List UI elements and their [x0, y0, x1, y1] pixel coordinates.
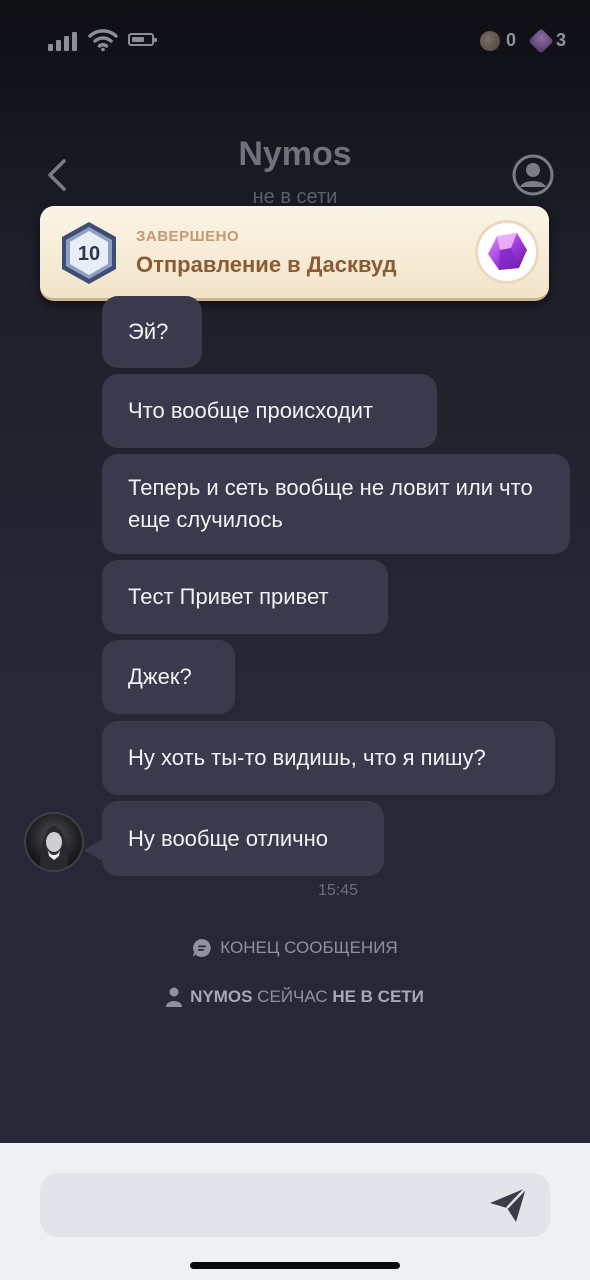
message-bubble: Теперь и сеть вообще не ловит или что ещ… — [102, 454, 570, 554]
level-badge-icon: 10 — [62, 222, 116, 284]
home-indicator[interactable] — [190, 1262, 400, 1269]
currency-display[interactable]: 0 3 — [479, 27, 566, 54]
message-text: Эй? — [128, 319, 169, 344]
message-text: Теперь и сеть вообще не ловит или что ещ… — [128, 475, 533, 532]
send-icon[interactable] — [488, 1185, 528, 1225]
message-bubble: Что вообще происходит — [102, 374, 437, 448]
coin-icon — [479, 30, 500, 51]
purple-gem-icon — [488, 233, 527, 270]
message-bubble: Джек? — [102, 640, 235, 714]
end-of-messages-note: КОНЕЦ СООБЩЕНИЯ — [0, 938, 590, 958]
battery-icon — [128, 33, 157, 46]
achievement-banner[interactable]: 10 ЗАВЕРШЕНО Отправление в Дасквуд — [40, 206, 549, 301]
message-text: Что вообще происходит — [128, 398, 373, 423]
offline-note: NYMOS СЕЙЧАС НЕ В СЕТИ — [0, 987, 590, 1007]
signal-icon — [48, 32, 77, 51]
offline-contact-name: NYMOS — [190, 987, 253, 1006]
offline-state-text: НЕ В СЕТИ — [332, 987, 424, 1006]
hooded-figure-icon — [40, 826, 68, 870]
banner-title: Отправление в Дасквуд — [136, 252, 397, 277]
reward-badge — [475, 220, 539, 284]
message-text: Ну хоть ты-то видишь, что я пишу? — [128, 745, 486, 770]
status-bar: 0 3 — [0, 26, 590, 56]
message-text: Джек? — [128, 664, 192, 689]
avatar[interactable] — [24, 812, 84, 872]
wifi-icon — [88, 29, 118, 52]
contact-name: Nymos — [238, 135, 352, 173]
coins-count: 0 — [505, 30, 516, 50]
message-bubble: Тест Привет привет — [102, 560, 388, 634]
gem-icon — [528, 27, 554, 54]
message-text: Ну вообще отлично — [128, 825, 329, 851]
message-bubble: Ну вообще отлично — [102, 801, 384, 876]
message-bubble: Ну хоть ты-то видишь, что я пишу? — [102, 721, 555, 795]
offline-mid-text: СЕЙЧАС — [257, 987, 328, 1006]
person-icon — [166, 987, 183, 1007]
bubble-tail — [84, 838, 104, 862]
profile-icon[interactable] — [511, 153, 555, 197]
message-bubble: Эй? — [102, 296, 202, 368]
banner-status: ЗАВЕРШЕНО — [136, 228, 240, 245]
level-number: 10 — [78, 243, 100, 265]
end-of-messages-text: КОНЕЦ СООБЩЕНИЯ — [220, 938, 398, 957]
gems-count: 3 — [555, 30, 566, 50]
message-text: Тест Привет привет — [128, 584, 329, 609]
message-timestamp: 15:45 — [317, 882, 359, 899]
chat-bubble-icon — [193, 939, 212, 957]
message-input[interactable] — [40, 1173, 550, 1237]
